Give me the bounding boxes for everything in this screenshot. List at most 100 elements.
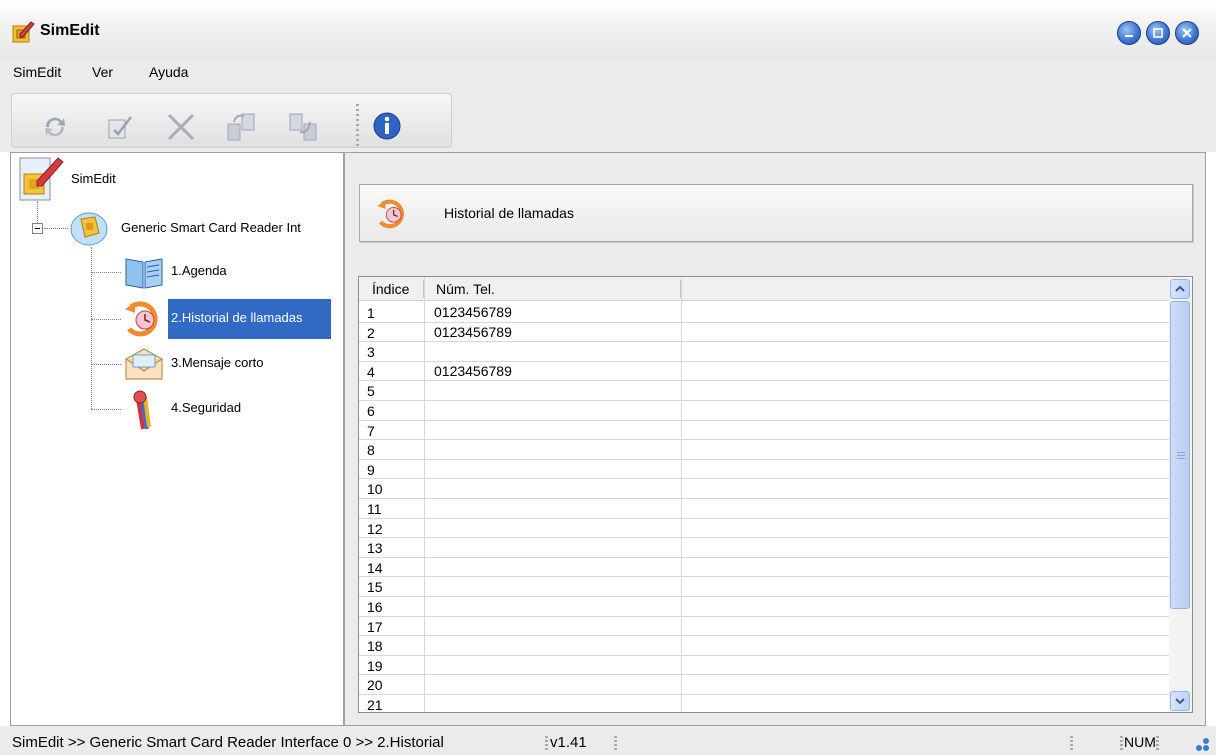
table-body: 1 0123456789 2 0123456789 3 4 0123456789 5 6 7 8 9 1…: [359, 303, 1169, 713]
tree-line: [91, 272, 121, 273]
table-row[interactable]: 1 0123456789: [359, 303, 1169, 323]
cell-index: 15: [367, 579, 383, 596]
cell-phone-number: 0123456789: [434, 362, 512, 379]
tree-item-seguridad[interactable]: 4.Seguridad: [171, 400, 241, 415]
section-title: Historial de llamadas: [444, 205, 574, 221]
maximize-button[interactable]: [1146, 21, 1170, 45]
tree-item-mensaje[interactable]: 3.Mensaje corto: [171, 355, 264, 370]
table-row[interactable]: 19: [359, 656, 1169, 676]
table-row[interactable]: 12: [359, 519, 1169, 539]
cell-index: 17: [367, 618, 383, 635]
title-bar: SimEdit: [0, 0, 1216, 60]
call-history-icon: [125, 301, 158, 337]
cell-index: 9: [367, 461, 375, 478]
table-row[interactable]: 2 0123456789: [359, 323, 1169, 343]
menu-ver[interactable]: Ver: [92, 64, 113, 80]
app-icon: [12, 21, 35, 43]
table-row[interactable]: 9: [359, 460, 1169, 480]
column-header-numero[interactable]: Núm. Tel.: [436, 281, 495, 297]
refresh-icon[interactable]: [38, 110, 72, 144]
table-row[interactable]: 6: [359, 401, 1169, 421]
table-row[interactable]: 13: [359, 538, 1169, 558]
call-history-table[interactable]: Índice Núm. Tel. 1 0123456789 2 0123456789 3…: [358, 276, 1193, 713]
scroll-down-button[interactable]: [1170, 691, 1190, 711]
table-row[interactable]: 7: [359, 421, 1169, 441]
table-row[interactable]: 8: [359, 440, 1169, 460]
cell-index: 8: [367, 442, 375, 459]
status-separator: [545, 736, 548, 752]
delete-icon[interactable]: [164, 110, 198, 144]
tree-panel: SimEdit Generic Smart Card Reader Int 1.…: [10, 152, 344, 726]
edit-icon[interactable]: [102, 110, 136, 144]
connection-icon: [1196, 738, 1209, 751]
close-button[interactable]: [1175, 21, 1199, 45]
cell-index: 7: [367, 422, 375, 439]
cell-index: 21: [367, 696, 383, 713]
toolbar-separator: [356, 104, 359, 146]
table-row[interactable]: 21: [359, 695, 1169, 713]
agenda-icon: [125, 258, 163, 289]
tree-item-historial[interactable]: 2.Historial de llamadas: [171, 310, 303, 325]
cell-index: 1: [367, 305, 375, 321]
maximize-icon: [1153, 28, 1163, 38]
tree-line: [91, 364, 121, 365]
status-bar: SimEdit >> Generic Smart Card Reader Int…: [0, 726, 1216, 755]
vertical-scrollbar[interactable]: [1169, 277, 1192, 712]
close-icon: [1182, 28, 1192, 38]
table-row[interactable]: 16: [359, 597, 1169, 617]
call-history-icon: [377, 199, 404, 229]
table-row[interactable]: 11: [359, 499, 1169, 519]
message-icon: [125, 348, 163, 380]
cell-index: 16: [367, 598, 383, 615]
status-separator: [614, 736, 617, 752]
table-row[interactable]: 17: [359, 617, 1169, 637]
sim-card-icon: [70, 212, 108, 246]
cell-index: 19: [367, 657, 383, 674]
cell-index: 5: [367, 383, 375, 400]
table-row[interactable]: 3: [359, 342, 1169, 362]
status-separator: [1156, 736, 1159, 752]
copy-from-sim-icon[interactable]: [286, 110, 320, 144]
minimize-button[interactable]: [1117, 21, 1141, 45]
table-row[interactable]: 20: [359, 675, 1169, 695]
column-header-indice[interactable]: Índice: [372, 281, 409, 297]
tree-line: [37, 201, 38, 223]
status-version: v1.41: [550, 734, 587, 751]
scroll-thumb[interactable]: [1170, 301, 1190, 609]
cell-index: 3: [367, 344, 375, 361]
scroll-up-button[interactable]: [1170, 279, 1190, 299]
info-icon[interactable]: [370, 110, 404, 144]
tree-item-agenda[interactable]: 1.Agenda: [171, 263, 227, 278]
collapse-toggle[interactable]: [32, 223, 43, 234]
cell-phone-number: 0123456789: [434, 323, 512, 340]
table-row[interactable]: 14: [359, 558, 1169, 578]
tree-reader-label[interactable]: Generic Smart Card Reader Int: [121, 220, 301, 235]
minimize-icon: [1125, 35, 1133, 37]
status-num-lock: NUM: [1124, 734, 1156, 750]
cell-index: 18: [367, 638, 383, 655]
cell-phone-number: 0123456789: [434, 304, 512, 320]
menu-bar: SimEdit Ver Ayuda: [0, 60, 1216, 88]
table-row[interactable]: 4 0123456789: [359, 362, 1169, 382]
table-row[interactable]: 5: [359, 381, 1169, 401]
menu-simedit[interactable]: SimEdit: [13, 64, 61, 80]
status-path: SimEdit >> Generic Smart Card Reader Int…: [12, 734, 444, 751]
copy-to-sim-icon[interactable]: [224, 110, 258, 144]
tree-line: [91, 409, 121, 410]
cell-index: 12: [367, 520, 383, 537]
status-separator: [1070, 736, 1073, 752]
tree-root-label[interactable]: SimEdit: [71, 171, 116, 186]
cell-index: 11: [367, 500, 382, 517]
chevron-up-icon: [1175, 285, 1185, 292]
section-header: Historial de llamadas: [359, 184, 1193, 242]
scroll-grip: [1177, 452, 1185, 460]
menu-ayuda[interactable]: Ayuda: [149, 64, 188, 80]
toolbar: [0, 88, 1216, 152]
chevron-down-icon: [1175, 698, 1185, 705]
table-row[interactable]: 15: [359, 577, 1169, 597]
tree-line: [91, 319, 121, 320]
cell-index: 10: [367, 481, 383, 498]
table-row[interactable]: 10: [359, 479, 1169, 499]
table-row[interactable]: 18: [359, 636, 1169, 656]
cell-index: 6: [367, 402, 375, 419]
